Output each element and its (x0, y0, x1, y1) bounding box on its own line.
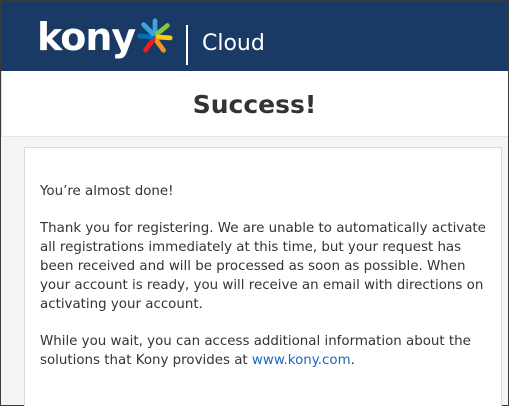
page-title: Success! (192, 90, 317, 119)
kony-website-link[interactable]: www.kony.com (252, 353, 351, 368)
info-paragraph: While you wait, you can access additiona… (40, 332, 495, 370)
registration-message: Thank you for registering. We are unable… (40, 221, 486, 312)
header-divider (186, 25, 188, 65)
product-name: Cloud (202, 31, 265, 56)
message-card: You’re almost done! Thank you for regist… (24, 147, 502, 406)
info-suffix: . (350, 353, 355, 368)
message-body: You’re almost done! Thank you for regist… (40, 182, 495, 388)
kony-logo[interactable]: kony (37, 15, 174, 59)
greeting-text: You’re almost done! (40, 184, 174, 199)
logo-wordmark: kony (37, 15, 136, 59)
kony-starburst-icon (137, 18, 173, 53)
site-header: kony Cloud (1, 1, 508, 71)
title-band: Success! (1, 71, 508, 137)
